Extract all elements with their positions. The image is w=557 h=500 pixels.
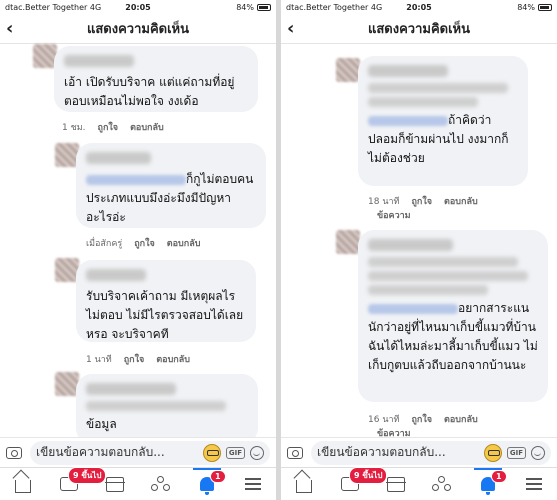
reply-composer: เขียนข้อความตอบกลับ... GIF: [0, 437, 276, 467]
menu-icon: [245, 478, 261, 490]
notification-badge: 1: [491, 470, 507, 483]
camera-icon[interactable]: [6, 446, 22, 459]
comment-actions: 1 นาที ถูกใจ ตอบกลับ: [86, 352, 190, 366]
menu-icon: [526, 478, 542, 490]
comment-actions: 1 ชม. ถูกใจ ตอบกลับ: [62, 120, 164, 134]
reply-placeholder: เขียนข้อความตอบกลับ...: [317, 445, 446, 459]
comment-text: ข้อมูล: [86, 417, 117, 431]
comment-time: เมื่อสักครู่: [86, 239, 123, 249]
tab-video[interactable]: 9 ขึ้นไป: [333, 467, 388, 498]
reply-button[interactable]: ตอบกลับ: [444, 412, 478, 426]
gif-button[interactable]: GIF: [225, 446, 245, 459]
blurred-username: [86, 152, 151, 164]
header: ‹ แสดงความคิดเห็น: [0, 14, 276, 44]
reply-placeholder: เขียนข้อความตอบกลับ...: [36, 445, 165, 459]
emoji-icon[interactable]: [250, 445, 264, 460]
gif-button[interactable]: GIF: [506, 446, 526, 459]
comment-bubble: ถ้าคิดว่าปลอมก็ข้ามผ่านไป งงมากก็ไม่ต้อง…: [358, 56, 528, 186]
tab-marketplace[interactable]: [379, 470, 413, 498]
reply-input[interactable]: เขียนข้อความตอบกลับ... GIF: [311, 440, 551, 465]
blurred-username: [64, 55, 134, 67]
blurred-username: [86, 269, 146, 281]
comment-actions: เมื่อสักครู่ ถูกใจ ตอบกลับ: [86, 236, 200, 250]
clock: 20:05: [406, 2, 432, 12]
left-screen: dtac.Better Together 4G 20:05 84% ‹ แสดง…: [0, 0, 276, 500]
like-button[interactable]: ถูกใจ: [98, 120, 119, 134]
comment-bubble: ก็กูไม่ตอบคนประเภทแบบมึงอ่ะมึงมีปัญหาอะไ…: [76, 143, 266, 228]
blurred-username: [86, 383, 176, 395]
right-screen: dtac.Better Together 4G 20:05 84% ‹ แสดง…: [281, 0, 557, 500]
reply-button[interactable]: ตอบกลับ: [130, 120, 164, 134]
back-chevron-icon[interactable]: ‹: [6, 18, 13, 39]
like-button[interactable]: ถูกใจ: [134, 236, 155, 250]
tab-video[interactable]: 9 ขึ้นไป: [52, 467, 107, 498]
comment-time: 18 นาที: [368, 197, 400, 207]
camera-icon[interactable]: [287, 446, 303, 459]
comment-text: ถ้าคิดว่าปลอมก็ข้ามผ่านไป งงมากก็ไม่ต้อง…: [368, 113, 509, 165]
notification-badge: 1: [210, 470, 226, 483]
tab-marketplace[interactable]: [98, 470, 132, 498]
reply-composer: เขียนข้อความตอบกลับ... GIF: [281, 437, 557, 467]
groups-icon: [432, 476, 452, 492]
comment-text: ก็กูไม่ตอบคนประเภทแบบมึงอ่ะมึงมีปัญหาอะไ…: [86, 172, 254, 224]
tab-bar: 9 ขึ้นไป 1: [0, 467, 276, 500]
message-button[interactable]: ข้อความ: [377, 208, 411, 222]
comment-time: 16 นาที: [368, 415, 400, 425]
battery-icon: [257, 3, 271, 11]
page-title: แสดงความคิดเห็น: [86, 22, 189, 37]
back-chevron-icon[interactable]: ‹: [287, 18, 294, 39]
comment-time: 1 นาที: [86, 355, 112, 365]
tab-bar: 9 ขึ้นไป 1: [281, 467, 557, 500]
like-button[interactable]: ถูกใจ: [124, 352, 145, 366]
comment-bubble: เอ้า เปิดรับบริจาค แต่แค่ถามที่อยู่ ตอบเ…: [54, 46, 258, 112]
comment-bubble: รับบริจาคเค้าถาม มีเหตุผลไรไม่ตอบ ไม่มีไ…: [76, 260, 256, 342]
reply-button[interactable]: ตอบกลับ: [167, 236, 201, 250]
comment-time: 1 ชม.: [62, 123, 86, 133]
home-icon: [296, 480, 312, 493]
like-button[interactable]: ถูกใจ: [411, 412, 432, 426]
emoji-icon[interactable]: [531, 445, 545, 460]
comment-bubble: ข้อมูล: [76, 374, 258, 444]
page-title: แสดงความคิดเห็น: [367, 22, 470, 37]
comment-bubble: อยากสาระแนนักว่าอยู่ที่ไหนมาเก็บขี้แมวที…: [358, 230, 548, 402]
blurred-username: [368, 65, 448, 77]
blurred-mention: [368, 303, 458, 314]
message-link: ข้อความ: [377, 208, 411, 222]
battery-icon: [538, 3, 552, 11]
avatar-sticker-icon[interactable]: [202, 443, 221, 462]
tab-notifications[interactable]: 1: [471, 468, 507, 498]
reply-button[interactable]: ตอบกลับ: [156, 352, 190, 366]
tab-groups[interactable]: [144, 470, 178, 498]
marketplace-icon: [386, 476, 406, 492]
reply-input[interactable]: เขียนข้อความตอบกลับ... GIF: [30, 440, 270, 465]
avatar-sticker-icon[interactable]: [483, 443, 502, 462]
comment-text: อยากสาระแนนักว่าอยู่ที่ไหนมาเก็บขี้แมวที…: [368, 301, 538, 372]
avatar[interactable]: [336, 58, 360, 82]
marketplace-icon: [105, 476, 125, 492]
reply-button[interactable]: ตอบกลับ: [444, 194, 478, 208]
header: ‹ แสดงความคิดเห็น: [281, 14, 557, 44]
blurred-mention: [86, 174, 186, 185]
tab-notifications[interactable]: 1: [190, 468, 226, 498]
blurred-mention: [368, 115, 448, 126]
status-bar: dtac.Better Together 4G 20:05 84%: [0, 0, 276, 14]
comment-actions: 18 นาที ถูกใจ ตอบกลับ: [368, 194, 478, 208]
status-bar: dtac.Better Together 4G 20:05 84%: [281, 0, 557, 14]
comment-text: รับบริจาคเค้าถาม มีเหตุผลไรไม่ตอบ ไม่มีไ…: [86, 289, 244, 341]
clock: 20:05: [125, 2, 151, 12]
groups-icon: [151, 476, 171, 492]
tab-menu[interactable]: [236, 470, 270, 498]
tab-home[interactable]: [6, 470, 40, 498]
home-icon: [15, 480, 31, 493]
tab-home[interactable]: [287, 470, 321, 498]
like-button[interactable]: ถูกใจ: [411, 194, 432, 208]
avatar[interactable]: [336, 230, 360, 254]
tab-groups[interactable]: [425, 470, 459, 498]
comment-text: เอ้า เปิดรับบริจาค แต่แค่ถามที่อยู่ ตอบเ…: [64, 75, 235, 108]
comment-actions: 16 นาที ถูกใจ ตอบกลับ: [368, 412, 478, 426]
blurred-username: [368, 239, 453, 251]
tab-menu[interactable]: [517, 470, 551, 498]
